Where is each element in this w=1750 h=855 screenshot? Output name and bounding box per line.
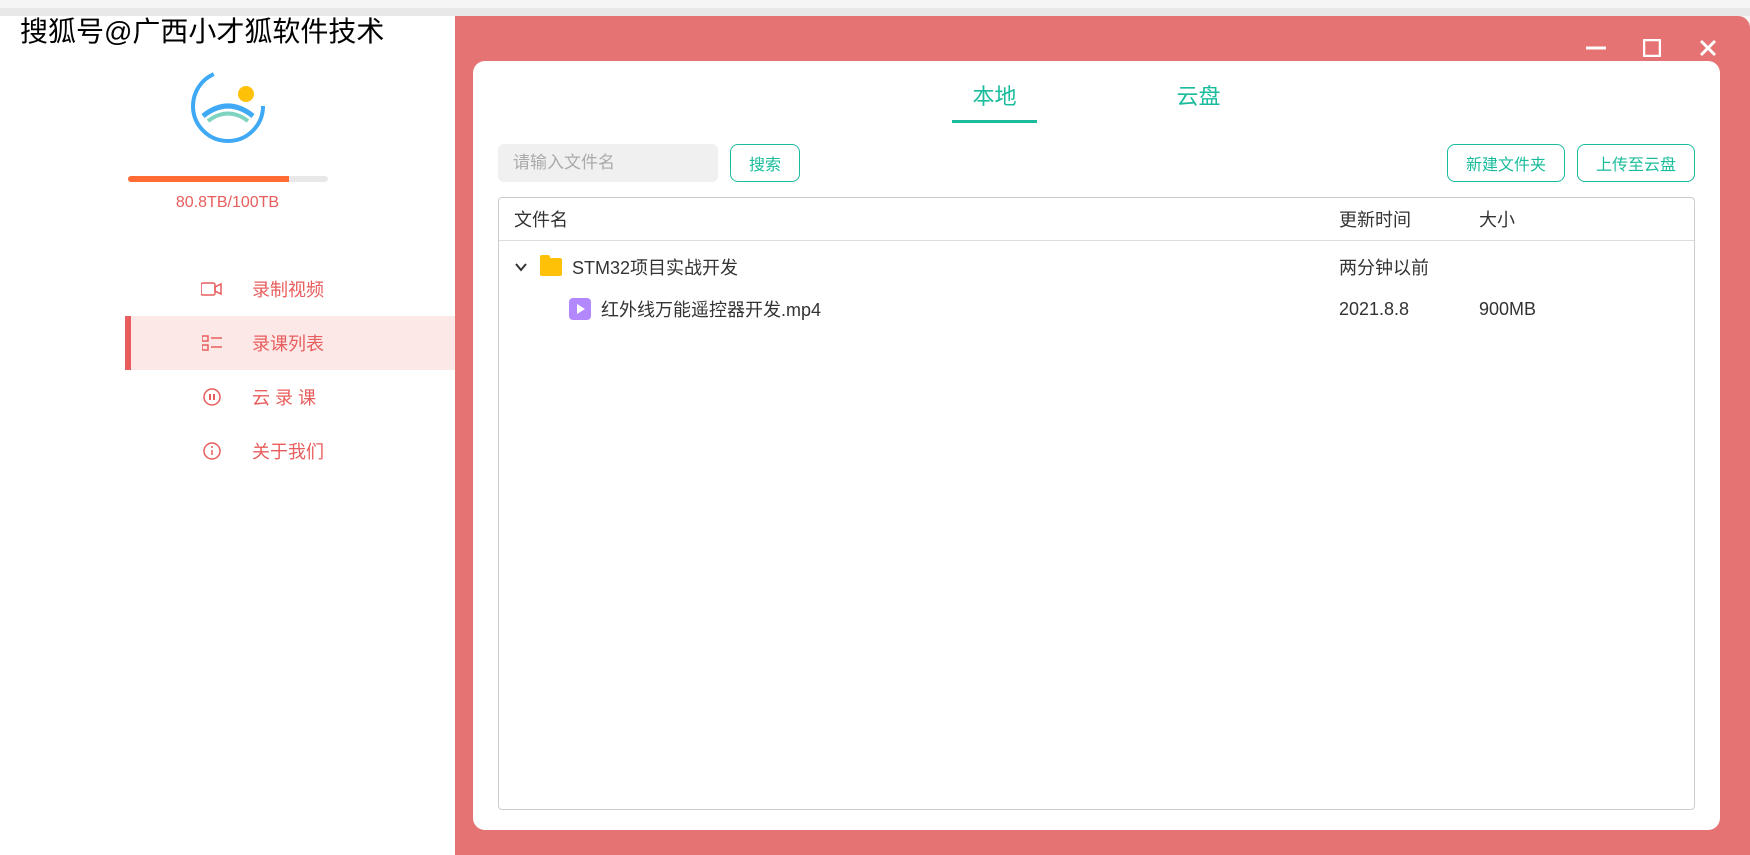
file-size: 900MB [1479,299,1679,320]
file-table: 文件名 更新时间 大小 STM32项目实战开发 [498,197,1695,810]
file-time: 两分钟以前 [1339,254,1479,280]
table-body: STM32项目实战开发 两分钟以前 红外线万能遥控器开发.mp4 2021.8.… [499,241,1694,335]
app-logo-icon [188,66,268,146]
close-button[interactable] [1696,36,1720,60]
tab-cloud[interactable]: 云盘 [1177,71,1221,119]
nav-label: 云 录 课 [252,384,316,410]
tab-local[interactable]: 本地 [972,71,1016,119]
nav-item-cloud-record[interactable]: 云 录 课 [125,370,455,424]
table-header: 文件名 更新时间 大小 [499,198,1694,241]
content-panel: 本地 云盘 搜索 新建文件夹 上传至云盘 文件名 更新时间 大小 [473,61,1720,830]
search-input[interactable] [498,144,718,182]
header-size: 大小 [1479,206,1679,232]
sidebar: 80.8TB/100TB 录制视频 录课列表 [0,16,455,855]
search-button[interactable]: 搜索 [730,144,800,182]
maximize-button[interactable] [1640,36,1664,60]
upload-button[interactable]: 上传至云盘 [1577,144,1695,182]
course-list-icon [200,335,224,351]
folder-icon [540,258,562,276]
window-controls [1584,36,1720,60]
cloud-record-icon [200,387,224,407]
table-row[interactable]: STM32项目实战开发 两分钟以前 [499,246,1694,288]
storage-text: 80.8TB/100TB [176,194,279,212]
nav-label: 关于我们 [252,438,324,464]
file-name-cell: 红外线万能遥控器开发.mp4 [514,296,1339,322]
header-time: 更新时间 [1339,206,1479,232]
file-name: STM32项目实战开发 [572,254,738,280]
app-window: 80.8TB/100TB 录制视频 录课列表 [0,8,1750,855]
table-row[interactable]: 红外线万能遥控器开发.mp4 2021.8.8 900MB [499,288,1694,330]
storage-progress-bar [128,176,328,182]
video-file-icon [569,298,591,320]
file-time: 2021.8.8 [1339,299,1479,320]
info-icon [200,441,224,461]
nav-label: 录制视频 [252,276,324,302]
tab-bar: 本地 云盘 [498,71,1695,119]
minimize-button[interactable] [1584,36,1608,60]
storage-progress-fill [128,176,290,182]
nav-item-about[interactable]: 关于我们 [125,424,455,478]
nav-list: 录制视频 录课列表 云 录 课 [0,262,455,478]
new-folder-button[interactable]: 新建文件夹 [1447,144,1565,182]
file-name: 红外线万能遥控器开发.mp4 [601,296,821,322]
file-name-cell: STM32项目实战开发 [514,254,1339,280]
header-name: 文件名 [514,206,1339,232]
toolbar: 搜索 新建文件夹 上传至云盘 [498,144,1695,182]
main-frame: 80.8TB/100TB 录制视频 录课列表 [0,16,1750,855]
nav-item-course-list[interactable]: 录课列表 [125,316,455,370]
video-camera-icon [200,281,224,297]
nav-item-record-video[interactable]: 录制视频 [125,262,455,316]
watermark-text: 搜狐号@广西小才狐软件技术 [20,10,384,50]
chevron-down-icon[interactable] [514,262,530,272]
content-frame: 本地 云盘 搜索 新建文件夹 上传至云盘 文件名 更新时间 大小 [455,16,1750,855]
logo-container [188,66,268,151]
nav-label: 录课列表 [252,330,324,356]
